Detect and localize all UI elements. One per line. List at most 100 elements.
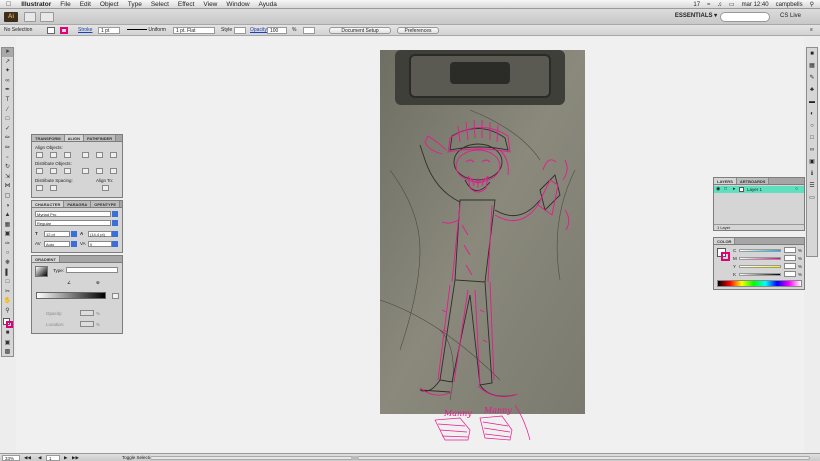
rectangle-tool-icon[interactable]: □ bbox=[2, 115, 13, 124]
links-icon[interactable]: ∞ bbox=[807, 144, 817, 156]
symbol-sprayer-tool-icon[interactable]: ❋ bbox=[2, 259, 13, 268]
brushes-icon[interactable]: ✎ bbox=[807, 72, 817, 84]
gradient-preview[interactable] bbox=[35, 266, 48, 277]
document-setup-button[interactable]: Document Setup bbox=[329, 27, 391, 34]
workspace-switcher[interactable]: ESSENTIALS ▾ bbox=[673, 12, 719, 22]
recolor-icon[interactable] bbox=[303, 27, 315, 34]
lasso-tool-icon[interactable]: ∞ bbox=[2, 77, 13, 86]
pen-tool-icon[interactable]: ✒ bbox=[2, 86, 13, 95]
font-style-field[interactable]: Regular bbox=[35, 220, 111, 226]
horizontal-spacing-icon[interactable] bbox=[50, 185, 57, 191]
gradient-tool-icon[interactable]: ▣ bbox=[2, 230, 13, 239]
layer-name[interactable]: Layer 1 bbox=[747, 187, 762, 192]
vertical-spacing-icon[interactable] bbox=[36, 185, 43, 191]
gradient-angle-icon[interactable]: ∠ bbox=[67, 280, 71, 286]
stroke-label[interactable]: Stroke bbox=[78, 27, 92, 34]
volume-icon[interactable]: ♫ bbox=[717, 2, 722, 8]
black-value[interactable] bbox=[784, 271, 796, 277]
menu-app-name[interactable]: Illustrator bbox=[21, 1, 51, 8]
align-vcenter-icon[interactable] bbox=[96, 152, 103, 158]
tab-paragraph[interactable]: PARAGRA bbox=[64, 201, 92, 207]
font-size-field[interactable]: 12 pt bbox=[44, 231, 70, 237]
magenta-slider[interactable] bbox=[739, 257, 781, 260]
gradient-aspect-icon[interactable]: ⊕ bbox=[96, 280, 100, 286]
prev-artboard-icon[interactable]: ◀ bbox=[38, 455, 41, 461]
tracking-field[interactable]: 0 bbox=[88, 241, 112, 247]
wifi-icon[interactable]: ≈ bbox=[707, 2, 710, 8]
transparency-icon[interactable]: ◐ bbox=[807, 108, 817, 120]
gradient-type-select[interactable] bbox=[66, 267, 118, 273]
pencil-tool-icon[interactable]: ✏ bbox=[2, 134, 13, 143]
variable-width-profile[interactable]: Uniform bbox=[127, 27, 167, 34]
info-icon[interactable]: ℹ bbox=[807, 168, 817, 180]
color-stroke-swatch[interactable] bbox=[721, 252, 730, 261]
tab-opentype[interactable]: OPENTYPE bbox=[91, 201, 121, 207]
kerning-dropdown[interactable] bbox=[71, 241, 77, 247]
distribute-left-icon[interactable] bbox=[82, 168, 89, 174]
stop-location-field[interactable] bbox=[80, 321, 94, 327]
artboard-tool-icon[interactable]: □ bbox=[2, 278, 13, 287]
tab-gradient[interactable]: GRADIENT bbox=[32, 256, 60, 262]
arrange-documents-icon[interactable] bbox=[40, 12, 54, 22]
zoom-field[interactable]: 33% bbox=[2, 455, 20, 461]
fill-stroke-icon[interactable] bbox=[2, 317, 13, 329]
distribute-vcenter-icon[interactable] bbox=[50, 168, 57, 174]
clock[interactable]: mar 12:40 bbox=[742, 2, 769, 8]
blob-brush-tool-icon[interactable]: ✏ bbox=[2, 144, 13, 153]
align-left-icon[interactable] bbox=[36, 152, 43, 158]
shape-builder-tool-icon[interactable]: ◑ bbox=[2, 202, 13, 211]
graphic-style-picker[interactable] bbox=[234, 27, 246, 34]
menu-select[interactable]: Select bbox=[151, 1, 169, 8]
cyan-slider[interactable] bbox=[739, 249, 781, 252]
menu-object[interactable]: Object bbox=[100, 1, 119, 8]
align-top-icon[interactable] bbox=[82, 152, 89, 158]
layers-dock-icon[interactable]: ☰ bbox=[807, 180, 817, 192]
artboard-number-field[interactable]: 1 bbox=[46, 455, 60, 461]
tab-color[interactable]: COLOR bbox=[714, 238, 736, 244]
badge-count[interactable]: 17 bbox=[693, 2, 700, 8]
visibility-eye-icon[interactable]: ◉ bbox=[716, 186, 720, 192]
magic-wand-tool-icon[interactable]: ✦ bbox=[2, 67, 13, 76]
distribute-top-icon[interactable] bbox=[36, 168, 43, 174]
kerning-field[interactable]: Auto bbox=[44, 241, 70, 247]
horizontal-scrollbar[interactable] bbox=[150, 456, 810, 460]
graphic-styles-icon[interactable]: □ bbox=[807, 132, 817, 144]
font-family-dropdown[interactable] bbox=[112, 211, 118, 217]
stroke-weight-field[interactable]: 1 pt bbox=[98, 27, 120, 34]
lock-icon[interactable]: □ bbox=[724, 186, 727, 192]
menu-window[interactable]: Window bbox=[226, 1, 249, 8]
eraser-tool-icon[interactable]: ▫ bbox=[2, 154, 13, 163]
font-style-dropdown[interactable] bbox=[112, 220, 118, 226]
stroke-swatch[interactable] bbox=[60, 27, 68, 34]
align-to-selection-icon[interactable] bbox=[102, 185, 109, 191]
opacity-label[interactable]: Opacity bbox=[250, 27, 267, 34]
tab-transform[interactable]: TRANSFORM bbox=[32, 135, 65, 141]
font-size-dropdown[interactable] bbox=[71, 231, 77, 237]
slice-tool-icon[interactable]: ✂ bbox=[2, 288, 13, 297]
paintbrush-tool-icon[interactable]: ✓ bbox=[2, 125, 13, 134]
spotlight-icon[interactable]: ⚲ bbox=[810, 1, 814, 8]
appearance-icon[interactable]: ○ bbox=[807, 120, 817, 132]
direct-selection-tool-icon[interactable]: ↗ bbox=[2, 58, 13, 67]
stroke-icon[interactable]: ▬ bbox=[807, 96, 817, 108]
yellow-slider[interactable] bbox=[739, 265, 781, 268]
menu-effect[interactable]: Effect bbox=[178, 1, 195, 8]
target-icon[interactable]: ○ bbox=[795, 186, 798, 192]
screen-mode-icon[interactable]: ▩ bbox=[2, 348, 13, 357]
selection-tool-icon[interactable]: ➤ bbox=[2, 48, 13, 57]
preferences-button[interactable]: Preferences bbox=[397, 27, 439, 34]
swatches-icon[interactable]: ▦ bbox=[807, 60, 817, 72]
delete-stop-icon[interactable] bbox=[112, 293, 119, 299]
bridge-icon[interactable] bbox=[24, 12, 36, 22]
stop-opacity-field[interactable] bbox=[80, 310, 94, 316]
gradient-slider[interactable] bbox=[36, 292, 106, 299]
tab-artboards[interactable]: ARTBOARDS bbox=[736, 178, 770, 184]
black-slider[interactable] bbox=[739, 273, 781, 276]
tracking-dropdown[interactable] bbox=[112, 241, 118, 247]
column-graph-tool-icon[interactable]: ▌ bbox=[2, 269, 13, 278]
scrollbar-thumb[interactable] bbox=[351, 456, 359, 460]
eyedropper-tool-icon[interactable]: ✑ bbox=[2, 240, 13, 249]
hand-tool-icon[interactable]: ✋ bbox=[2, 297, 13, 306]
tab-align[interactable]: ALIGN bbox=[64, 135, 85, 141]
tab-layers[interactable]: LAYERS bbox=[714, 178, 737, 184]
